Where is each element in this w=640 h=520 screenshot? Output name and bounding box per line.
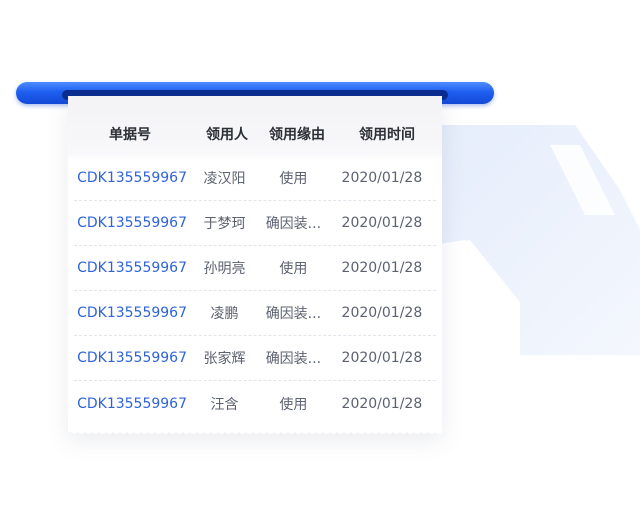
cell-date: 2020/01/28 [341,215,423,231]
cell-date: 2020/01/28 [341,170,423,186]
cell-date: 2020/01/28 [341,350,423,366]
cell-person: 于梦珂 [203,216,246,232]
cell-id[interactable]: CDK135559967 [74,350,190,366]
table-row[interactable]: CDK135559967 凌汉阳 使用 2020/01/28 [74,156,436,201]
cell-id[interactable]: CDK135559967 [74,260,190,276]
header-date: 领用时间 [359,127,415,143]
cell-reason: 确因装... [265,351,322,367]
table-header: 单据号 领用人 领用缘由 领用时间 [68,96,442,156]
cell-person: 孙明亮 [203,261,246,277]
cell-id[interactable]: CDK135559967 [74,170,190,186]
header-person: 领用人 [206,127,248,143]
receipt-illustration: 单据号 领用人 领用缘由 领用时间 CDK135559967 凌汉阳 使用 20… [0,0,640,520]
cell-date: 2020/01/28 [341,305,423,321]
receipt-paper: 单据号 领用人 领用缘由 领用时间 CDK135559967 凌汉阳 使用 20… [68,96,442,432]
cell-reason: 确因装... [265,306,322,322]
requisition-table: 单据号 领用人 领用缘由 领用时间 CDK135559967 凌汉阳 使用 20… [68,96,442,426]
table-row[interactable]: CDK135559967 凌鹏 确因装... 2020/01/28 [74,291,436,336]
cell-reason: 使用 [279,171,308,187]
cell-person: 张家辉 [203,351,246,367]
cell-id[interactable]: CDK135559967 [74,396,190,412]
cell-date: 2020/01/28 [341,395,423,412]
cell-date: 2020/01/28 [341,260,423,276]
table-row[interactable]: CDK135559967 孙明亮 使用 2020/01/28 [74,246,436,291]
header-reason: 领用缘由 [269,127,325,143]
table-row[interactable]: CDK135559967 张家辉 确因装... 2020/01/28 [74,336,436,381]
cell-person: 凌汉阳 [203,171,246,187]
receipt-torn-edge [68,428,442,434]
cell-reason: 确因装... [265,216,322,232]
cell-reason: 使用 [279,396,308,413]
cell-reason: 使用 [279,261,308,277]
header-id: 单据号 [109,127,151,143]
cell-person: 汪含 [210,396,239,413]
table-row[interactable]: CDK135559967 于梦珂 确因装... 2020/01/28 [74,201,436,246]
cell-person: 凌鹏 [210,306,239,322]
cell-id[interactable]: CDK135559967 [74,305,190,321]
cell-id[interactable]: CDK135559967 [74,215,190,231]
table-row[interactable]: CDK135559967 汪含 使用 2020/01/28 [74,381,436,426]
